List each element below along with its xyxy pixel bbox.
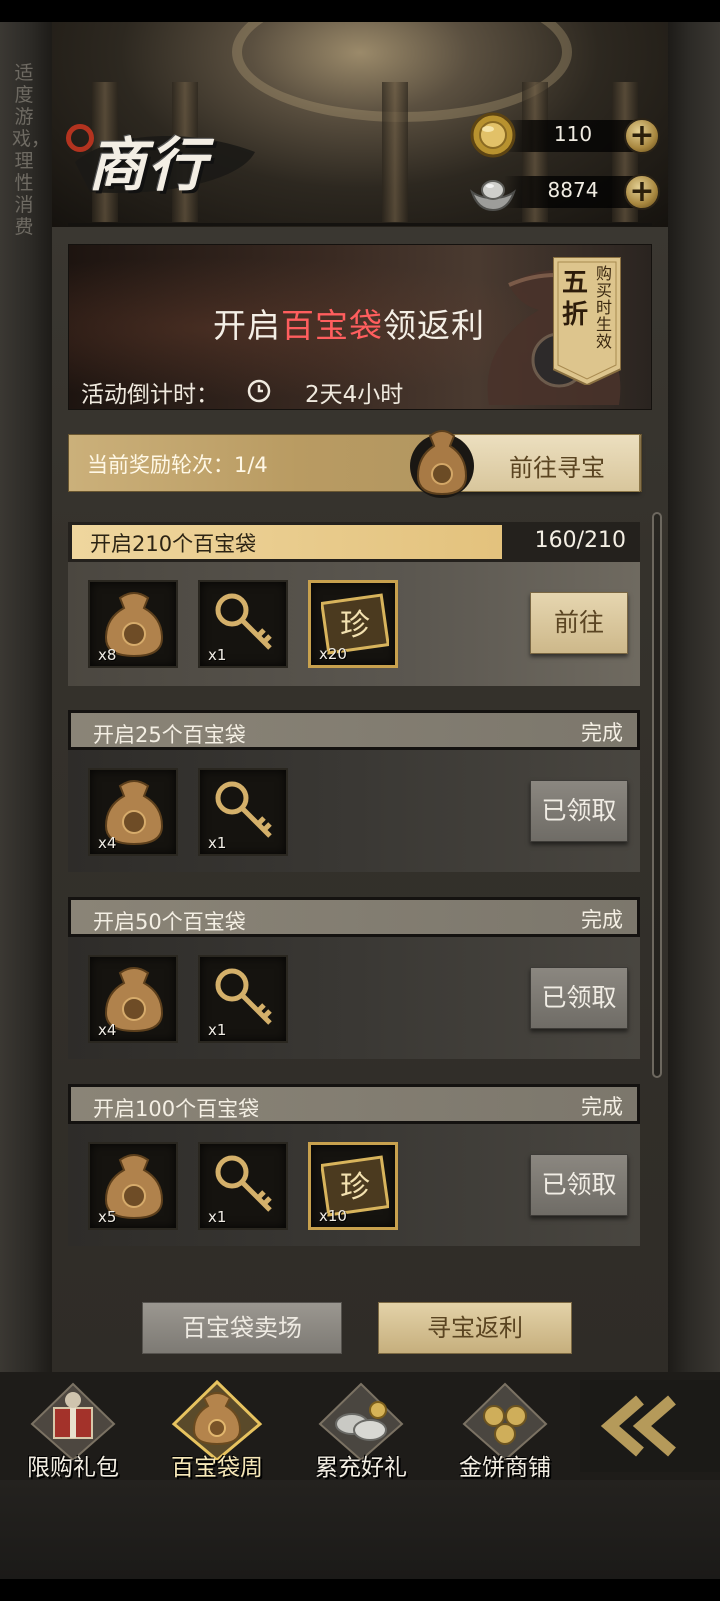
footer-area bbox=[0, 1480, 720, 1579]
reward-item[interactable]: 珍 x10 bbox=[308, 1142, 398, 1230]
item-quantity: x1 bbox=[208, 834, 227, 852]
task-label: 开启25个百宝袋 bbox=[93, 723, 246, 747]
item-quantity: x4 bbox=[98, 834, 117, 852]
item-quantity: x1 bbox=[208, 1021, 227, 1039]
silver-currency: 8874 + bbox=[468, 172, 668, 212]
task-status: 完成 bbox=[581, 908, 623, 932]
add-silver-button[interactable]: + bbox=[624, 174, 660, 210]
claimed-button[interactable]: 已领取 bbox=[530, 780, 628, 842]
nav-item-recharge-gift[interactable]: 累充好礼 bbox=[296, 1380, 426, 1481]
right-frame bbox=[668, 22, 720, 1372]
banner-title: 开启百宝袋领返利 bbox=[213, 306, 485, 345]
highlight-text: 百宝袋 bbox=[281, 306, 383, 345]
reward-item[interactable]: x1 bbox=[198, 580, 288, 668]
task-label: 开启210个百宝袋 bbox=[90, 532, 257, 556]
page-title: 商行 bbox=[88, 131, 209, 199]
nav-item-gift-pack[interactable]: 限购礼包 bbox=[8, 1380, 138, 1481]
reward-item[interactable]: x8 bbox=[88, 580, 178, 668]
reward-item[interactable]: x5 bbox=[88, 1142, 178, 1230]
collapse-chevron-icon[interactable] bbox=[580, 1380, 720, 1472]
task-status: 完成 bbox=[581, 1095, 623, 1119]
reward-round-label: 当前奖励轮次：1/4 bbox=[87, 453, 268, 477]
countdown-value: 2天4小时 bbox=[305, 382, 404, 408]
tab-treasure-bag-market[interactable]: 百宝袋卖场 bbox=[142, 1302, 342, 1354]
nav-label: 百宝袋周 bbox=[171, 1455, 263, 1481]
discount-label: 五折 bbox=[561, 268, 588, 330]
nav-item-gold-cake-shop[interactable]: 金饼商铺 bbox=[440, 1380, 570, 1481]
reward-item[interactable]: x1 bbox=[198, 955, 288, 1043]
gold-amount: 110 bbox=[553, 122, 593, 146]
pillar-decoration bbox=[382, 82, 408, 222]
task-header: 开启25个百宝袋 完成 bbox=[68, 710, 640, 750]
item-quantity: x5 bbox=[98, 1208, 117, 1226]
claimed-button[interactable]: 已领取 bbox=[530, 967, 628, 1029]
nav-item-treasure-bag-week[interactable]: 百宝袋周 bbox=[152, 1380, 282, 1481]
task-rewards: x4 x1 已领取 bbox=[68, 937, 640, 1059]
gold-currency: 110 + bbox=[468, 112, 668, 158]
task-progress-bar: 开启210个百宝袋 160/210 bbox=[68, 522, 640, 562]
nav-label: 限购礼包 bbox=[27, 1455, 119, 1481]
reward-item[interactable]: 珍 x20 bbox=[308, 580, 398, 668]
clock-icon bbox=[247, 379, 271, 403]
go-treasure-button[interactable]: 前往寻宝 bbox=[448, 434, 640, 492]
navigation-bar bbox=[0, 1579, 720, 1601]
left-frame: 适度游戏，理性消费 bbox=[0, 22, 52, 1372]
task-rewards: x8 x1 珍 x20 前往 bbox=[68, 562, 640, 686]
nav-label: 金饼商铺 bbox=[459, 1455, 551, 1481]
tab-treasure-rebate[interactable]: 寻宝返利 bbox=[378, 1302, 572, 1354]
item-quantity: x1 bbox=[208, 1208, 227, 1226]
app-root: 适度游戏，理性消费 商行 110 + 8874 + 开启百宝袋领返利 活动倒计时… bbox=[0, 0, 720, 1601]
item-quantity: x4 bbox=[98, 1021, 117, 1039]
task-header: 开启50个百宝袋 完成 bbox=[68, 897, 640, 937]
ticket-glyph: 珍 bbox=[340, 1170, 370, 1205]
divider bbox=[68, 223, 652, 226]
gold-coin-icon bbox=[470, 112, 516, 158]
health-notice: 适度游戏，理性消费 bbox=[12, 62, 51, 238]
reward-item[interactable]: x4 bbox=[88, 768, 178, 856]
claimed-button[interactable]: 已领取 bbox=[530, 1154, 628, 1216]
task-status: 完成 bbox=[581, 721, 623, 745]
task-label: 开启50个百宝袋 bbox=[93, 910, 246, 934]
item-quantity: x8 bbox=[98, 646, 117, 664]
nav-label: 累充好礼 bbox=[315, 1455, 407, 1481]
scrollbar[interactable] bbox=[652, 512, 662, 1078]
go-button[interactable]: 前往 bbox=[530, 592, 628, 654]
status-bar bbox=[0, 0, 720, 22]
task-rewards: x5 x1 珍 x10 已领取 bbox=[68, 1124, 640, 1246]
treasure-bag-icon bbox=[410, 430, 474, 498]
item-quantity: x10 bbox=[319, 1207, 347, 1225]
item-quantity: x1 bbox=[208, 646, 227, 664]
reward-item[interactable]: x1 bbox=[198, 768, 288, 856]
task-label: 开启100个百宝袋 bbox=[93, 1097, 260, 1121]
add-gold-button[interactable]: + bbox=[624, 118, 660, 154]
task-header: 开启100个百宝袋 完成 bbox=[68, 1084, 640, 1124]
event-banner: 开启百宝袋领返利 活动倒计时： 2天4小时 五折 购买时生效 bbox=[68, 244, 652, 410]
item-quantity: x20 bbox=[319, 645, 347, 663]
task-progress: 160/210 bbox=[534, 528, 626, 553]
countdown-label: 活动倒计时： bbox=[81, 382, 219, 408]
task-rewards: x4 x1 已领取 bbox=[68, 750, 640, 872]
silver-ingot-icon bbox=[470, 180, 516, 212]
silver-amount: 8874 bbox=[547, 178, 599, 202]
reward-item[interactable]: x4 bbox=[88, 955, 178, 1043]
discount-note: 购买时生效 bbox=[595, 264, 612, 351]
ticket-glyph: 珍 bbox=[340, 608, 370, 643]
reward-item[interactable]: x1 bbox=[198, 1142, 288, 1230]
